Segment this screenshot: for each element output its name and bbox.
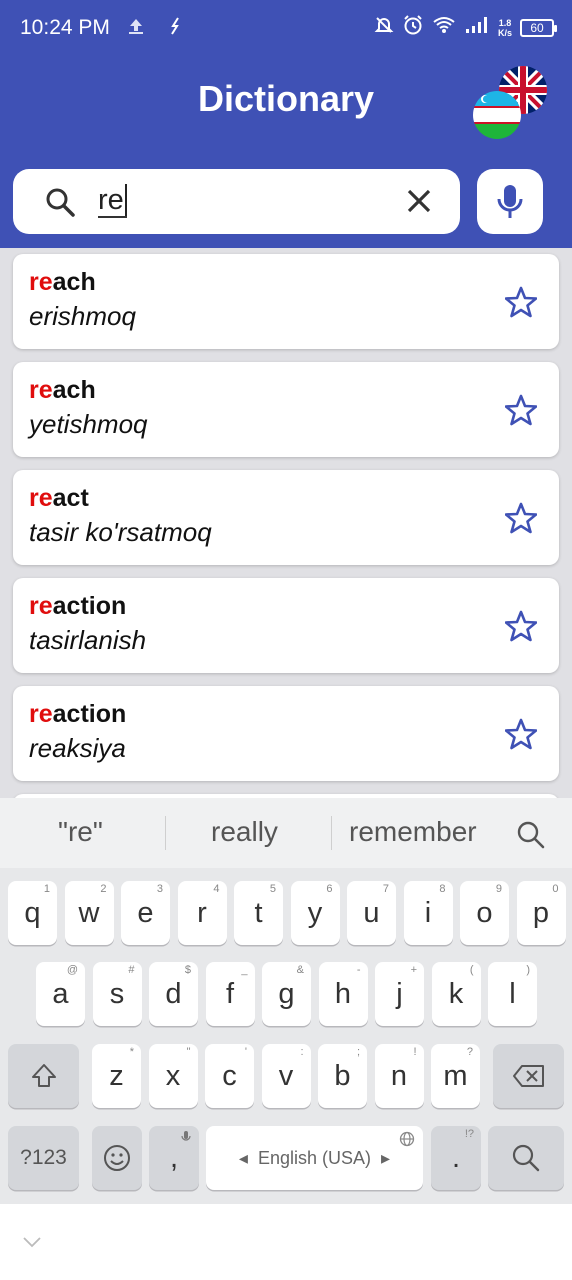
word-label: reaction [29, 592, 127, 620]
backspace-icon [512, 1065, 544, 1087]
network-speed: 1.8 K/s [497, 18, 512, 38]
signal-icon [464, 15, 490, 41]
battery-indicator: 60 [520, 19, 557, 37]
key-v[interactable]: v: [261, 1044, 311, 1108]
word-label: reaction [29, 700, 127, 728]
search-icon [46, 188, 75, 217]
key-h[interactable]: h- [318, 962, 368, 1026]
key-d[interactable]: d $ [149, 962, 198, 1026]
translation-label: tasir ko'rsatmoq [29, 517, 212, 547]
translation-label: erishmoq [29, 301, 136, 331]
key-b[interactable]: b; [318, 1044, 367, 1108]
key-w[interactable]: w2 [64, 881, 114, 945]
list-item[interactable]: reach yetishmoq [13, 362, 559, 457]
translation-label: tasirlanish [29, 625, 147, 655]
key-r[interactable]: r4 [177, 881, 227, 945]
upload-icon [126, 16, 146, 41]
wifi-icon [432, 15, 456, 41]
status-bar: 10:24 PM 1.8 K/s 60 [0, 0, 572, 56]
star-icon[interactable] [505, 610, 537, 642]
comma-key[interactable]: , [149, 1126, 199, 1190]
key-o[interactable]: o9 [460, 881, 509, 945]
period-key[interactable]: . !? [431, 1126, 481, 1190]
shift-key[interactable] [8, 1044, 79, 1108]
list-item[interactable]: react tasir ko'rsatmoq [13, 470, 559, 565]
word-label: reach [29, 268, 96, 296]
key-s[interactable]: s # [92, 962, 142, 1026]
search-field[interactable]: re [13, 169, 460, 234]
key-z[interactable]: z * [92, 1044, 141, 1108]
word-label: reach [29, 376, 96, 404]
translation-label: reaksiya [29, 733, 126, 763]
key-f[interactable]: f _ [205, 962, 255, 1026]
mic-hint-icon [181, 1131, 191, 1141]
globe-icon [399, 1131, 415, 1147]
key-c[interactable]: c ' [205, 1044, 254, 1108]
search-icon[interactable] [516, 820, 546, 850]
list-item[interactable]: reach erishmoq [13, 254, 559, 349]
list-item[interactable]: reaction reaksiya [13, 686, 559, 781]
emoji-key[interactable] [92, 1126, 142, 1190]
chevron-down-icon[interactable] [22, 1236, 42, 1248]
navigation-bar [0, 1204, 572, 1280]
star-icon[interactable] [505, 502, 537, 534]
clear-icon[interactable] [401, 183, 437, 219]
key-e[interactable]: e3 [121, 881, 170, 945]
sync-icon [166, 16, 184, 41]
microphone-icon [497, 185, 523, 218]
star-icon[interactable] [505, 718, 537, 750]
uz-flag-icon[interactable] [473, 91, 521, 139]
key-n[interactable]: n! [374, 1044, 424, 1108]
key-i[interactable]: i8 [403, 881, 453, 945]
key-q[interactable]: q1 [8, 881, 57, 945]
star-icon[interactable] [505, 286, 537, 318]
list-item[interactable]: reaction tasirlanish [13, 578, 559, 673]
suggestion-item[interactable]: really [211, 816, 278, 848]
suggestion-item[interactable]: "re" [58, 816, 103, 848]
star-icon[interactable] [505, 394, 537, 426]
suggestion-bar: "re" really remember [0, 798, 572, 868]
alarm-icon [402, 14, 424, 42]
key-p[interactable]: p0 [516, 881, 566, 945]
search-action-key[interactable] [488, 1126, 564, 1190]
key-j[interactable]: j + [375, 962, 424, 1026]
search-icon [512, 1144, 540, 1172]
results-list: reach erishmoq reach yetishmoq react tas… [0, 248, 572, 798]
word-label: react [29, 484, 89, 512]
space-key[interactable]: ◂ English (USA) ▸ [206, 1126, 423, 1190]
suggestion-item[interactable]: remember [349, 816, 477, 848]
symbols-key[interactable]: ?123 [8, 1126, 79, 1190]
key-u[interactable]: u7 [347, 881, 396, 945]
voice-search-button[interactable] [477, 169, 543, 234]
key-l[interactable]: l) [488, 962, 537, 1026]
emoji-icon [104, 1145, 130, 1171]
status-time: 10:24 PM [20, 16, 110, 39]
key-a[interactable]: a @ [36, 962, 85, 1026]
backspace-key[interactable] [493, 1044, 564, 1108]
key-k[interactable]: k( [431, 962, 481, 1026]
key-g[interactable]: g & [262, 962, 311, 1026]
shift-icon [31, 1064, 56, 1087]
key-t[interactable]: t5 [234, 881, 283, 945]
translation-label: yetishmoq [29, 409, 148, 439]
key-x[interactable]: x " [148, 1044, 198, 1108]
search-input[interactable]: re [98, 184, 127, 218]
bell-off-icon [374, 15, 394, 41]
soft-keyboard: "re" really remember q1w2e3r4t5y6u7i8o9p… [0, 798, 572, 1204]
key-m[interactable]: m? [431, 1044, 480, 1108]
key-y[interactable]: y6 [290, 881, 340, 945]
